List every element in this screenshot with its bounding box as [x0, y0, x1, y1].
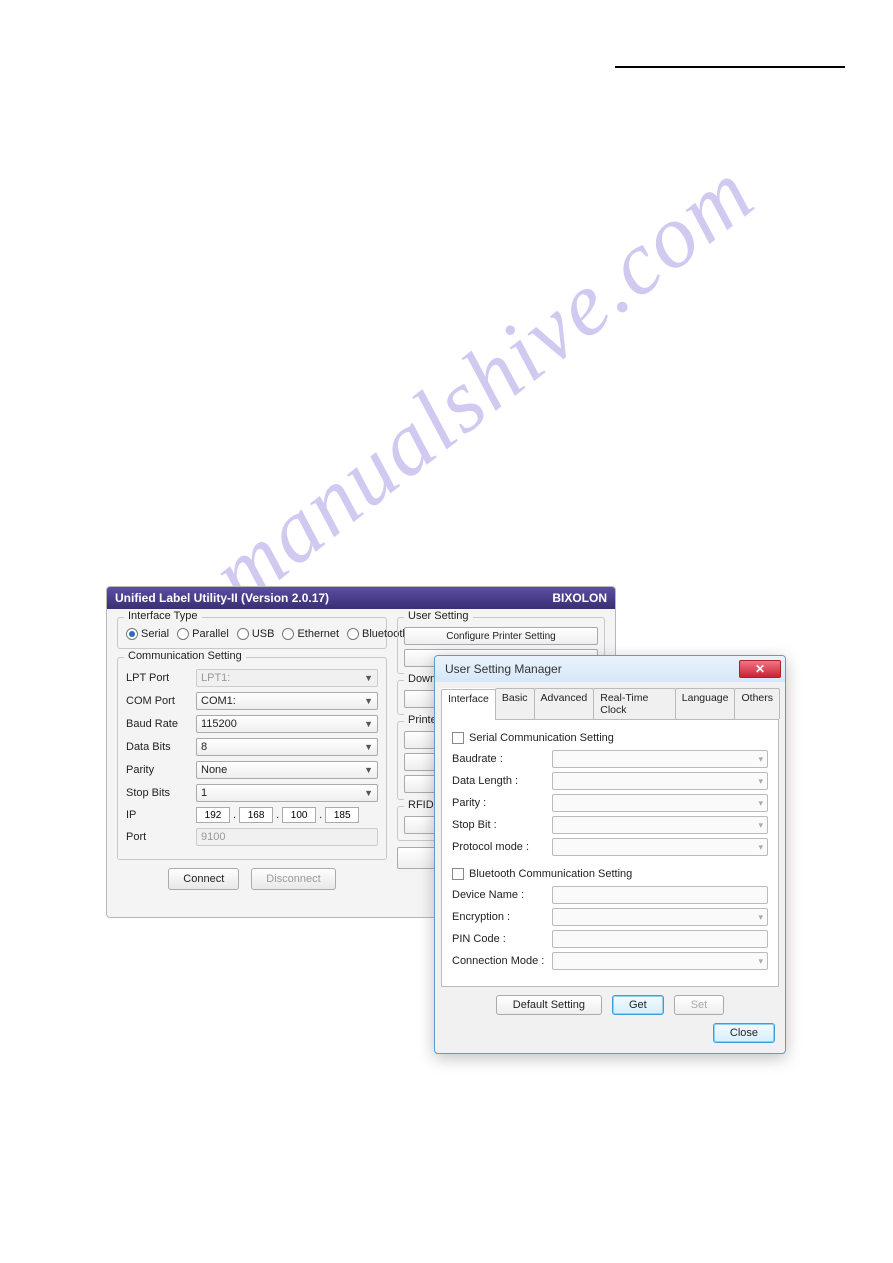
checkbox-icon — [452, 868, 464, 880]
protocol-select[interactable]: ▾ — [552, 838, 768, 856]
radio-ethernet[interactable]: Ethernet — [282, 628, 339, 640]
close-icon[interactable]: ✕ — [739, 660, 781, 678]
bluetooth-comm-checkbox-row[interactable]: Bluetooth Communication Setting — [452, 868, 768, 880]
com-port-select[interactable]: COM1:▼ — [196, 692, 378, 710]
page-divider — [615, 66, 845, 68]
chevron-down-icon: ▼ — [364, 696, 373, 706]
chevron-down-icon: ▾ — [758, 798, 763, 809]
radio-dot-icon — [282, 628, 294, 640]
stop-bits-label: Stop Bits — [126, 787, 190, 799]
connection-mode-select[interactable]: ▾ — [552, 952, 768, 970]
user-setting-dialog: User Setting Manager ✕ Interface Basic A… — [434, 655, 786, 1054]
stop-bit-select[interactable]: ▾ — [552, 816, 768, 834]
ip-octet-3[interactable] — [282, 807, 316, 823]
tab-advanced[interactable]: Advanced — [534, 688, 595, 719]
set-button[interactable]: Set — [674, 995, 725, 1015]
pin-code-label: PIN Code : — [452, 933, 552, 945]
chevron-down-icon: ▾ — [758, 912, 763, 923]
dlg-parity-label: Parity : — [452, 797, 552, 809]
device-name-input[interactable] — [552, 886, 768, 904]
tab-row: Interface Basic Advanced Real-Time Clock… — [441, 688, 779, 720]
dlg-parity-select[interactable]: ▾ — [552, 794, 768, 812]
chevron-down-icon: ▾ — [758, 776, 763, 787]
stop-bit-label: Stop Bit : — [452, 819, 552, 831]
interface-type-legend: Interface Type — [124, 610, 202, 622]
chevron-down-icon: ▾ — [758, 820, 763, 831]
serial-comm-checkbox-row[interactable]: Serial Communication Setting — [452, 732, 768, 744]
baudrate-select[interactable]: ▾ — [552, 750, 768, 768]
radio-dot-icon — [237, 628, 249, 640]
serial-comm-legend: Serial Communication Setting — [469, 732, 614, 744]
radio-dot-icon — [347, 628, 359, 640]
comm-setting-legend: Communication Setting — [124, 650, 246, 662]
interface-type-group: Interface Type Serial Parallel USB Ether… — [117, 617, 387, 649]
close-button[interactable]: Close — [713, 1023, 775, 1043]
pin-code-input[interactable] — [552, 930, 768, 948]
main-titlebar: Unified Label Utility-II (Version 2.0.17… — [107, 587, 615, 609]
parity-label: Parity — [126, 764, 190, 776]
communication-setting-group: Communication Setting LPT Port LPT1:▼ CO… — [117, 657, 387, 860]
ip-label: IP — [126, 809, 190, 821]
radio-usb[interactable]: USB — [237, 628, 275, 640]
lpt-port-select[interactable]: LPT1:▼ — [196, 669, 378, 687]
com-port-label: COM Port — [126, 695, 190, 707]
rfid-legend: RFID — [404, 799, 438, 811]
chevron-down-icon: ▼ — [364, 765, 373, 775]
user-setting-legend: User Setting — [404, 610, 473, 622]
chevron-down-icon: ▼ — [364, 788, 373, 798]
stop-bits-select[interactable]: 1▼ — [196, 784, 378, 802]
device-name-label: Device Name : — [452, 889, 552, 901]
radio-serial[interactable]: Serial — [126, 628, 169, 640]
default-setting-button[interactable]: Default Setting — [496, 995, 602, 1015]
chevron-down-icon: ▼ — [364, 719, 373, 729]
protocol-label: Protocol mode : — [452, 841, 552, 853]
tab-interface[interactable]: Interface — [441, 689, 496, 720]
chevron-down-icon: ▼ — [364, 742, 373, 752]
parity-select[interactable]: None▼ — [196, 761, 378, 779]
connection-mode-label: Connection Mode : — [452, 955, 552, 967]
ip-octet-1[interactable] — [196, 807, 230, 823]
watermark-text: manualshive.com — [192, 176, 728, 627]
tab-realtime-clock[interactable]: Real-Time Clock — [593, 688, 676, 719]
app-title: Unified Label Utility-II (Version 2.0.17… — [115, 591, 329, 605]
chevron-down-icon: ▾ — [758, 956, 763, 967]
data-length-select[interactable]: ▾ — [552, 772, 768, 790]
disconnect-button[interactable]: Disconnect — [251, 868, 335, 890]
tab-basic[interactable]: Basic — [495, 688, 535, 719]
tab-pane-interface: Serial Communication Setting Baudrate : ▾… — [441, 720, 779, 987]
radio-dot-icon — [177, 628, 189, 640]
get-button[interactable]: Get — [612, 995, 664, 1015]
chevron-down-icon: ▾ — [758, 842, 763, 853]
tab-language[interactable]: Language — [675, 688, 736, 719]
lpt-port-label: LPT Port — [126, 672, 190, 684]
radio-parallel[interactable]: Parallel — [177, 628, 229, 640]
baud-rate-select[interactable]: 115200▼ — [196, 715, 378, 733]
tab-others[interactable]: Others — [734, 688, 780, 719]
radio-dot-icon — [126, 628, 138, 640]
data-length-label: Data Length : — [452, 775, 552, 787]
chevron-down-icon: ▼ — [364, 673, 373, 683]
data-bits-label: Data Bits — [126, 741, 190, 753]
ip-input-group: . . . — [196, 807, 378, 823]
brand-label: BIXOLON — [552, 591, 607, 605]
connect-button[interactable]: Connect — [168, 868, 239, 890]
checkbox-icon — [452, 732, 464, 744]
chevron-down-icon: ▾ — [758, 754, 763, 765]
configure-printer-button[interactable]: Configure Printer Setting — [404, 627, 598, 645]
dialog-titlebar: User Setting Manager ✕ — [435, 656, 785, 682]
baudrate-label: Baudrate : — [452, 753, 552, 765]
bluetooth-comm-legend: Bluetooth Communication Setting — [469, 868, 632, 880]
encryption-select[interactable]: ▾ — [552, 908, 768, 926]
encryption-label: Encryption : — [452, 911, 552, 923]
ip-octet-2[interactable] — [239, 807, 273, 823]
ip-octet-4[interactable] — [325, 807, 359, 823]
port-label: Port — [126, 831, 190, 843]
dialog-title-text: User Setting Manager — [445, 662, 562, 676]
port-input[interactable]: 9100 — [196, 828, 378, 846]
data-bits-select[interactable]: 8▼ — [196, 738, 378, 756]
baud-rate-label: Baud Rate — [126, 718, 190, 730]
